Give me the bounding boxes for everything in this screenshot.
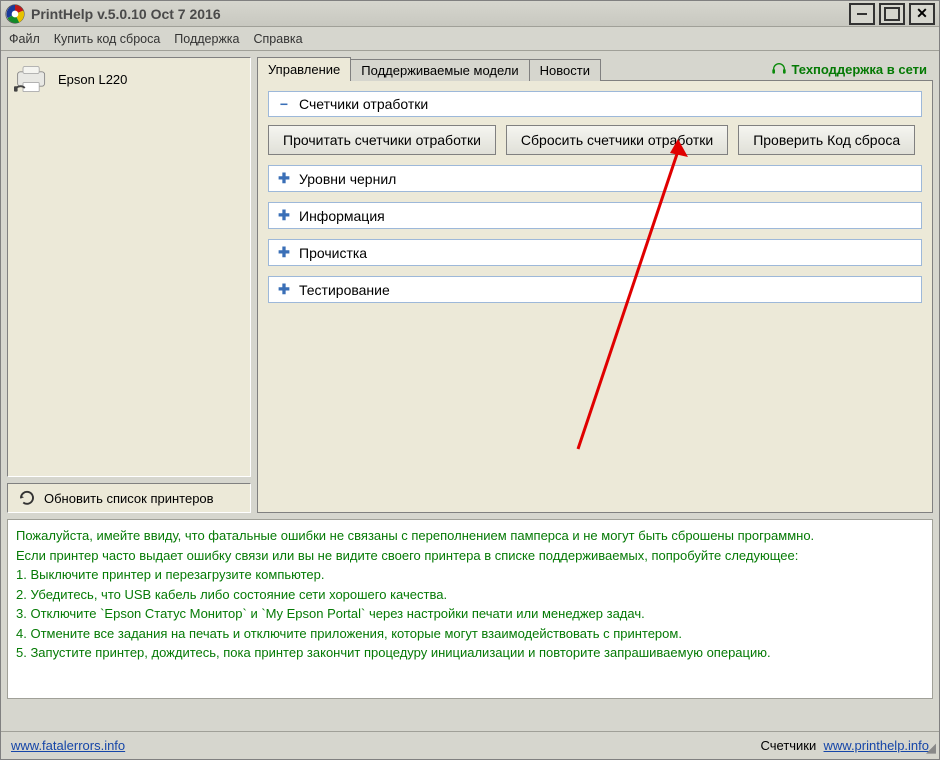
- tech-support-link[interactable]: Техподдержка в сети: [771, 61, 933, 81]
- titlebar: PrintHelp v.5.0.10 Oct 7 2016: [1, 1, 939, 27]
- printer-item[interactable]: Epson L220: [14, 64, 244, 94]
- annotation-arrow: [568, 139, 698, 459]
- plus-icon: ✚: [277, 207, 291, 224]
- tab-control[interactable]: Управление: [257, 57, 351, 82]
- menu-support[interactable]: Поддержка: [174, 32, 239, 46]
- plus-icon: ✚: [277, 281, 291, 298]
- close-button[interactable]: [909, 3, 935, 25]
- window-title: PrintHelp v.5.0.10 Oct 7 2016: [31, 6, 221, 22]
- menu-buy-code[interactable]: Купить код сброса: [54, 32, 161, 46]
- menu-help[interactable]: Справка: [254, 32, 303, 46]
- minimize-button[interactable]: [849, 3, 875, 25]
- tab-bar: Управление Поддерживаемые модели Новости…: [257, 57, 933, 81]
- plus-icon: ✚: [277, 244, 291, 261]
- headset-icon: [771, 61, 787, 77]
- tab-models[interactable]: Поддерживаемые модели: [350, 59, 529, 81]
- refresh-label: Обновить список принтеров: [44, 491, 214, 506]
- check-code-button[interactable]: Проверить Код сброса: [738, 125, 915, 155]
- menu-file[interactable]: Файл: [9, 32, 40, 46]
- printer-name: Epson L220: [58, 72, 127, 87]
- refresh-printers-button[interactable]: Обновить список принтеров: [7, 483, 251, 513]
- status-bar: www.fatalerrors.info Счетчики www.printh…: [1, 731, 939, 759]
- minus-icon: −: [277, 96, 291, 112]
- resize-grip-icon[interactable]: ◢: [926, 740, 936, 756]
- read-counters-button[interactable]: Прочитать счетчики отработки: [268, 125, 496, 155]
- section-counters[interactable]: − Счетчики отработки: [268, 91, 922, 117]
- app-icon: [5, 4, 25, 24]
- status-label: Счетчики: [761, 738, 817, 753]
- maximize-button[interactable]: [879, 3, 905, 25]
- log-output: Пожалуйста, имейте ввиду, что фатальные …: [7, 519, 933, 699]
- plus-icon: ✚: [277, 170, 291, 187]
- status-link-left[interactable]: www.fatalerrors.info: [11, 738, 125, 753]
- status-link-right[interactable]: www.printhelp.info: [824, 738, 930, 753]
- printer-icon: [14, 64, 50, 94]
- refresh-icon: [18, 489, 36, 507]
- menubar: Файл Купить код сброса Поддержка Справка: [1, 27, 939, 51]
- tab-news[interactable]: Новости: [529, 59, 601, 81]
- printer-list[interactable]: Epson L220: [7, 57, 251, 477]
